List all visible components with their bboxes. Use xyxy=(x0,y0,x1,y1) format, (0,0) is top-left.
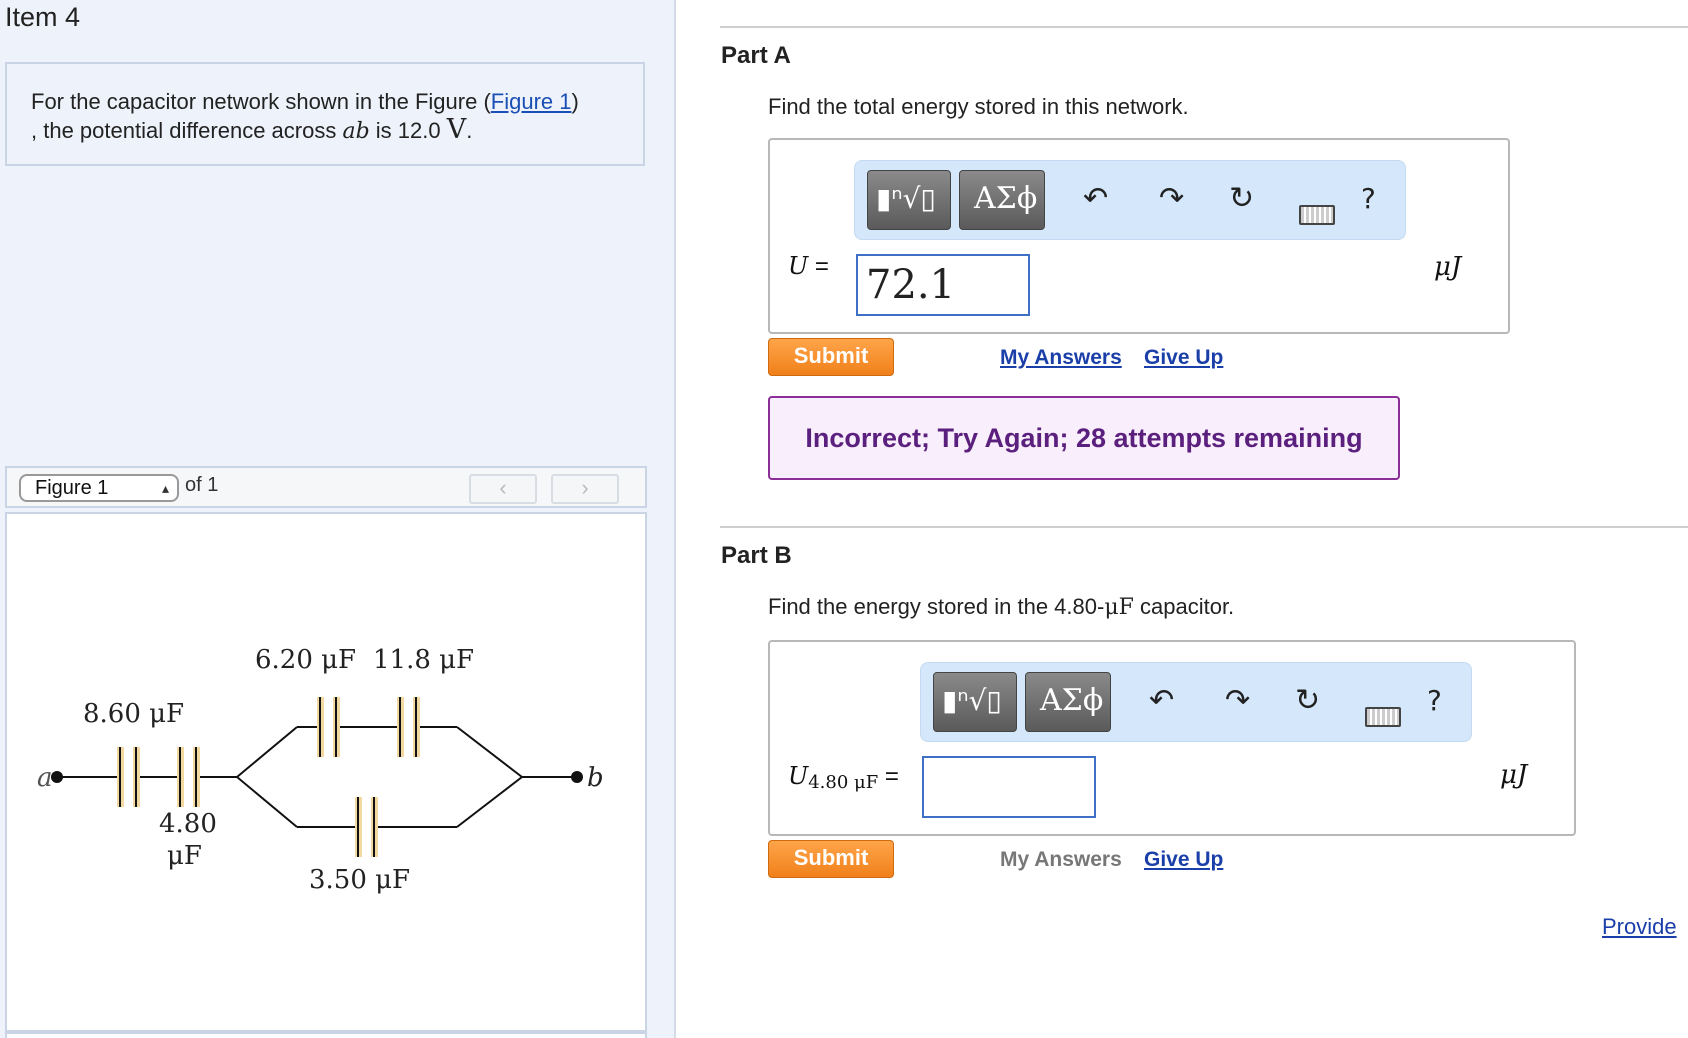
node-b-label: b xyxy=(587,763,604,793)
part-a-var-symbol: U xyxy=(788,252,809,280)
capacitor-11-8 xyxy=(397,697,420,757)
provide-feedback-link[interactable]: Provide xyxy=(1602,914,1677,940)
part-b-my-answers-link: My Answers xyxy=(1000,848,1122,871)
question-text: For the capacitor network shown in the F… xyxy=(31,88,631,146)
question-line2: , the potential difference across xyxy=(31,118,343,143)
part-b-prompt-suffix: capacitor. xyxy=(1133,594,1235,619)
question-unit: V xyxy=(446,114,467,145)
part-b-title: Part B xyxy=(721,542,792,569)
part-a-submit-button[interactable]: Submit xyxy=(768,338,894,376)
part-a-my-answers-link[interactable]: My Answers xyxy=(1000,346,1122,370)
part-b-equals: = xyxy=(878,763,899,790)
part-a-variable: U = xyxy=(788,252,829,281)
part-a-give-up-link[interactable]: Give Up xyxy=(1144,346,1223,370)
part-a-title: Part A xyxy=(721,42,791,69)
help-icon[interactable]: ? xyxy=(1427,681,1442,721)
capacitor-6-20 xyxy=(317,697,340,757)
label-11-8: 11.8 μF xyxy=(373,645,474,675)
select-arrows-icon: ▴ xyxy=(161,480,169,496)
label-6-20: 6.20 μF xyxy=(255,645,356,675)
templates-button[interactable]: ▮ⁿ√▯ xyxy=(867,170,951,230)
figure-select-value: Figure 1 xyxy=(35,477,109,499)
part-b-unit: μJ xyxy=(1500,760,1528,790)
capacitor-3-50 xyxy=(355,797,378,857)
chevron-right-icon: › xyxy=(581,475,589,500)
label-8-60: 8.60 μF xyxy=(83,699,184,729)
part-b-prompt-unit: μF xyxy=(1104,595,1134,620)
part-b-variable: U4.80 μF = xyxy=(788,762,899,793)
undo-icon[interactable]: ↶ xyxy=(1083,179,1108,219)
circuit-diagram: a b 8.60 μF 4.80 μF 6.20 μF 11.8 μF 3.50… xyxy=(37,645,604,895)
keyboard-icon[interactable] xyxy=(1365,707,1401,727)
question-end: . xyxy=(466,118,473,143)
figure-count: of 1 xyxy=(185,474,219,496)
item-title: Item 4 xyxy=(5,2,81,32)
label-4-80-value: 4.80 xyxy=(159,809,217,839)
part-b-answer-input[interactable] xyxy=(922,756,1096,818)
part-b-prompt-prefix: Find the energy stored in the 4.80- xyxy=(768,594,1105,619)
part-b-math-toolbar: ▮ⁿ√▯ ΑΣϕ ↶ ↷ ↻ ? xyxy=(920,662,1472,742)
node-a-label: a xyxy=(37,763,53,793)
redo-icon[interactable]: ↷ xyxy=(1159,179,1184,219)
figure-navigator: Figure 1 ▴ of 1 ‹ › xyxy=(5,466,647,508)
label-4-80-unit: μF xyxy=(167,841,202,871)
figure-select[interactable]: Figure 1 ▴ xyxy=(19,474,179,502)
question-is: is 12.0 xyxy=(369,118,447,143)
keyboard-icon[interactable] xyxy=(1299,205,1335,225)
undo-icon[interactable]: ↶ xyxy=(1149,681,1174,721)
capacitor-8-60 xyxy=(117,747,140,807)
part-a-math-toolbar: ▮ⁿ√▯ ΑΣϕ ↶ ↷ ↻ ? xyxy=(854,160,1406,240)
figure-panel: a b 8.60 μF 4.80 μF 6.20 μF 11.8 μF 3.50… xyxy=(5,512,647,1038)
part-a-feedback: Incorrect; Try Again; 28 attempts remain… xyxy=(768,396,1400,480)
redo-icon[interactable]: ↷ xyxy=(1225,681,1250,721)
greek-label: ΑΣϕ xyxy=(974,181,1038,216)
part-a-answer-box: ▮ⁿ√▯ ΑΣϕ ↶ ↷ ↻ ? U = 72.1 μJ xyxy=(768,138,1510,334)
part-b-prompt: Find the energy stored in the 4.80-μF ca… xyxy=(768,594,1234,620)
part-b-var-subscript: 4.80 μF xyxy=(808,772,879,793)
part-a-unit: μJ xyxy=(1434,252,1462,282)
greek-button[interactable]: ΑΣϕ xyxy=(1025,672,1111,732)
part-b-answer-box: ▮ⁿ√▯ ΑΣϕ ↶ ↷ ↻ ? U4.80 μF = μJ xyxy=(768,640,1576,836)
figure-link[interactable]: Figure 1 xyxy=(491,89,572,114)
templates-icon: ▮ⁿ√▯ xyxy=(876,182,936,215)
reset-icon[interactable]: ↻ xyxy=(1295,681,1320,721)
part-b-submit-button[interactable]: Submit xyxy=(768,840,894,878)
part-b-give-up-link[interactable]: Give Up xyxy=(1144,848,1223,872)
problem-pane: Item 4 For the capacitor network shown i… xyxy=(0,0,676,1038)
reset-icon[interactable]: ↻ xyxy=(1229,179,1254,219)
divider-part-a xyxy=(720,26,1688,28)
part-b-var-symbol: U xyxy=(788,762,809,790)
part-a-prompt: Find the total energy stored in this net… xyxy=(768,94,1189,119)
divider-part-b xyxy=(720,526,1688,528)
question-prefix: For the capacitor network shown in the F… xyxy=(31,89,491,114)
prev-figure-button[interactable]: ‹ xyxy=(469,474,537,504)
part-a-equals: = xyxy=(808,253,829,280)
question-box: For the capacitor network shown in the F… xyxy=(5,62,645,166)
part-a-answer-input[interactable]: 72.1 xyxy=(856,254,1030,316)
greek-button[interactable]: ΑΣϕ xyxy=(959,170,1045,230)
chevron-left-icon: ‹ xyxy=(499,475,507,500)
help-icon[interactable]: ? xyxy=(1361,179,1376,219)
greek-label: ΑΣϕ xyxy=(1040,683,1104,718)
figure-bottom-border xyxy=(5,1030,647,1034)
question-mid: ) xyxy=(571,89,579,114)
capacitor-4-80 xyxy=(177,747,200,807)
question-var: ab xyxy=(342,119,370,144)
templates-icon: ▮ⁿ√▯ xyxy=(942,684,1002,717)
label-3-50: 3.50 μF xyxy=(309,865,410,895)
node-b-dot xyxy=(571,771,583,783)
next-figure-button[interactable]: › xyxy=(551,474,619,504)
node-a-dot xyxy=(51,771,63,783)
templates-button[interactable]: ▮ⁿ√▯ xyxy=(933,672,1017,732)
